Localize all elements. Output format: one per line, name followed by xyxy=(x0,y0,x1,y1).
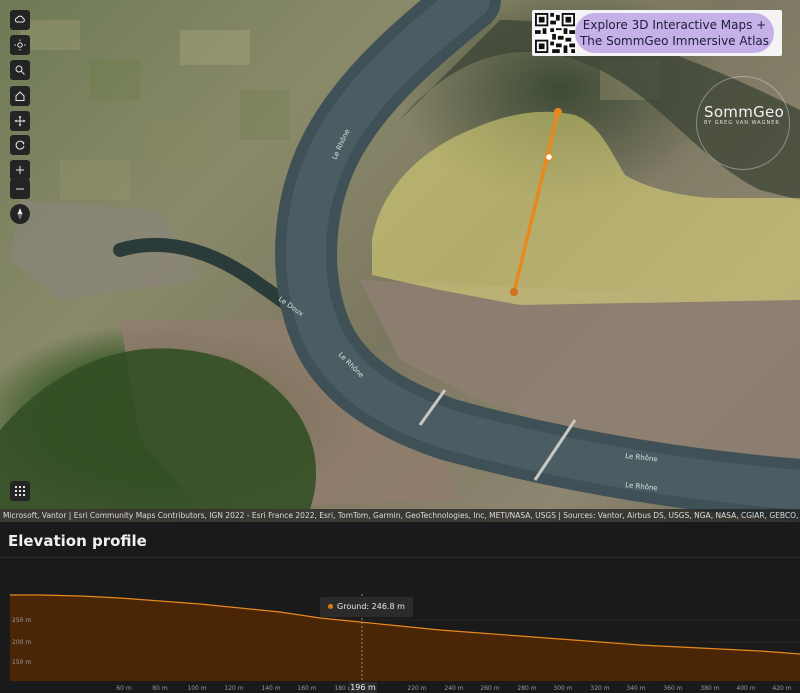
weather-icon xyxy=(14,15,25,23)
elevation-tooltip: Ground: 246.8 m xyxy=(320,597,413,617)
x-tick-label: 280 m xyxy=(517,685,536,692)
y-tick-label: 150 m xyxy=(12,659,31,666)
explore-maps-button[interactable]: Explore 3D Interactive Maps + The SommGe… xyxy=(575,13,774,53)
x-tick-label: 140 m xyxy=(261,685,280,692)
app-grid-button[interactable] xyxy=(10,481,30,501)
pan-icon xyxy=(14,115,26,127)
search-icon xyxy=(15,65,25,75)
zoom-in-icon xyxy=(16,166,24,174)
x-tick-label: 340 m xyxy=(626,685,645,692)
panel-title: Elevation profile xyxy=(8,532,147,550)
zoom-out-icon xyxy=(16,188,24,190)
x-tick-label: 60 m xyxy=(116,685,132,692)
daylight-button[interactable] xyxy=(10,35,30,55)
x-tick-label: 120 m xyxy=(224,685,243,692)
x-tick-label: 100 m xyxy=(187,685,206,692)
x-tick-label: 400 m xyxy=(736,685,755,692)
rotate-icon xyxy=(15,140,25,150)
hover-point-marker xyxy=(544,152,554,162)
x-tick-label: 160 m xyxy=(297,685,316,692)
brand-name: SommGeo xyxy=(704,103,785,121)
x-tick-label: 420 m xyxy=(772,685,791,692)
qr-code-icon[interactable] xyxy=(535,13,575,53)
satellite-imagery: Le Rhône Le Doux Le Rhône Le Rhône Le Rh… xyxy=(0,0,800,521)
profile-start-marker xyxy=(554,108,562,116)
promo-line-1: Explore 3D Interactive Maps + xyxy=(582,18,767,32)
compass-button[interactable] xyxy=(10,204,30,224)
map-view[interactable]: Le Rhône Le Doux Le Rhône Le Rhône Le Rh… xyxy=(0,0,800,522)
tooltip-text: Ground: 246.8 m xyxy=(337,602,405,611)
home-icon xyxy=(15,91,25,101)
daylight-icon xyxy=(14,39,26,51)
pan-button[interactable] xyxy=(10,111,30,131)
promo-line-2: The SommGeo Immersive Atlas xyxy=(579,34,770,48)
rotate-button[interactable] xyxy=(10,135,30,155)
x-tick-label: 220 m xyxy=(407,685,426,692)
search-button[interactable] xyxy=(10,60,30,80)
x-tick-label: 320 m xyxy=(590,685,609,692)
profile-end-marker xyxy=(510,288,518,296)
ground-legend-dot xyxy=(328,604,333,609)
brand-subtitle: BY GREG VAN WAGNER xyxy=(704,120,780,126)
y-tick-label: 250 m xyxy=(12,617,31,624)
x-axis: 60 m 80 m 100 m 120 m 140 m 160 m 180 m 220 m 24… xyxy=(116,685,791,692)
x-tick-label: 80 m xyxy=(152,685,168,692)
grid-icon xyxy=(15,486,25,496)
elevation-chart[interactable]: 250 m 200 m 150 m 60 m 80 m 100 m 120 m 140 … xyxy=(0,558,800,693)
elevation-panel: Elevation profile 250 m 200 m 150 m 60 m… xyxy=(0,522,800,693)
home-button[interactable] xyxy=(10,86,30,106)
x-tick-label: 240 m xyxy=(444,685,463,692)
zoom-out-button[interactable] xyxy=(10,179,30,199)
x-tick-label: 300 m xyxy=(553,685,572,692)
promo-banner: Explore 3D Interactive Maps + The SommGe… xyxy=(532,10,782,56)
zoom-in-button[interactable] xyxy=(10,160,30,180)
hover-distance-label: 196 m xyxy=(349,682,377,693)
x-tick-label: 260 m xyxy=(480,685,499,692)
compass-icon xyxy=(17,208,23,220)
x-tick-label: 360 m xyxy=(663,685,682,692)
brand-logo: SommGeo BY GREG VAN WAGNER xyxy=(704,103,784,126)
x-tick-label: 380 m xyxy=(700,685,719,692)
weather-button[interactable] xyxy=(10,10,30,30)
map-attribution: Microsoft, Vantor | Esri Community Maps … xyxy=(0,509,800,522)
y-tick-label: 200 m xyxy=(12,639,31,646)
